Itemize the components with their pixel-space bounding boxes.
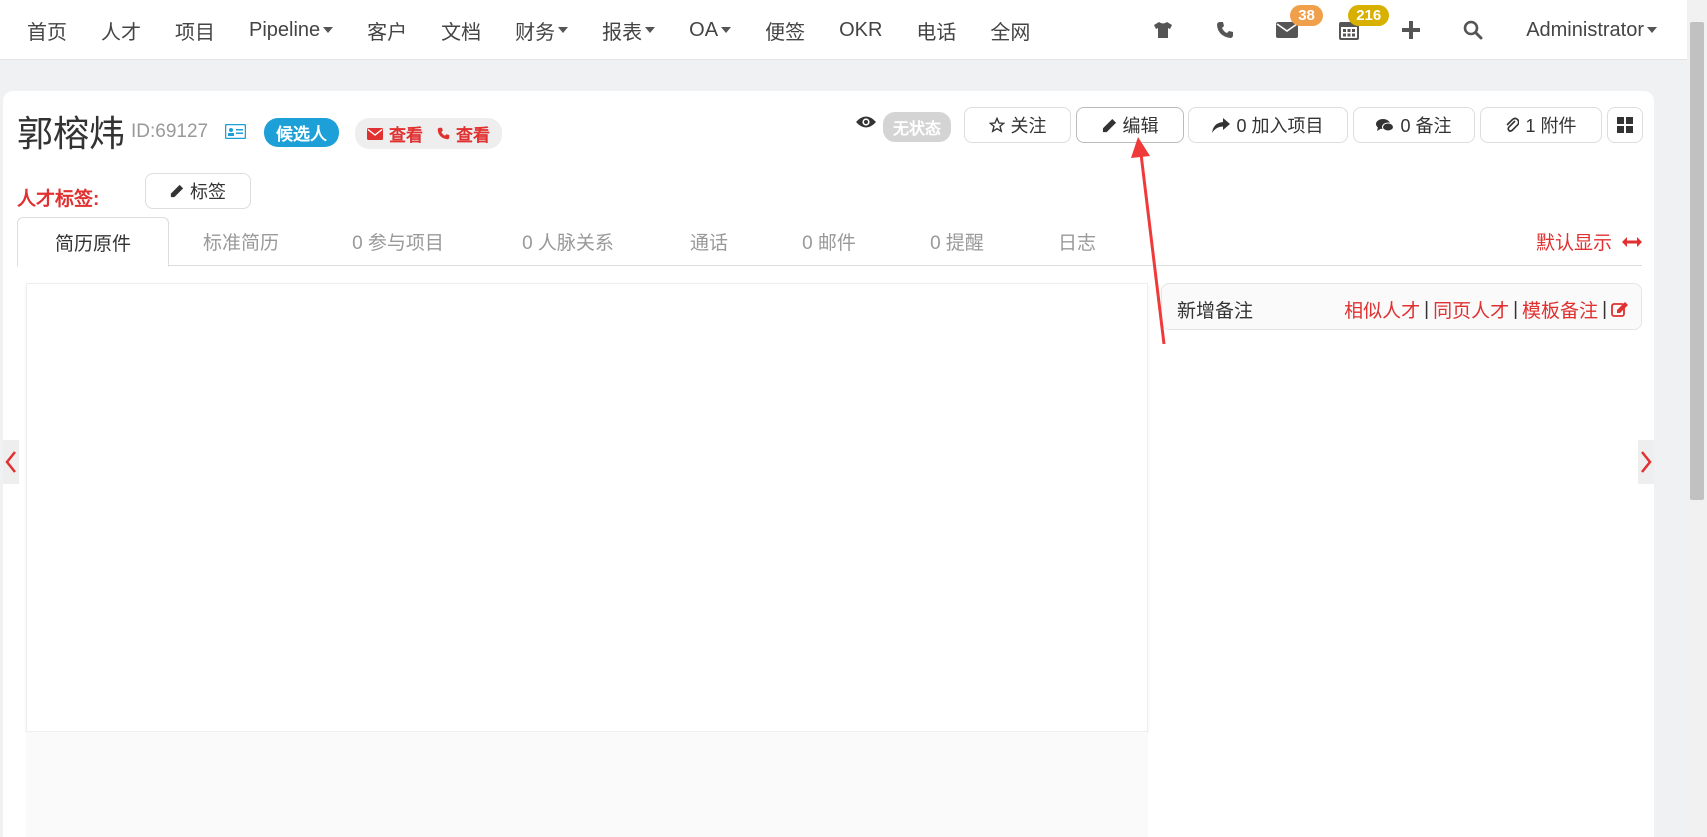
tab-standard-resume[interactable]: 标准简历 [169,217,313,266]
resume-preview [26,283,1148,732]
page-scrollbar[interactable] [1687,0,1707,837]
tab-original-resume[interactable]: 简历原件 [17,217,169,267]
view-phone-link[interactable]: 查看 [456,121,490,146]
nav-item-notes[interactable]: 便签 [748,0,822,60]
candidate-id: ID:69127 [131,121,209,142]
link-separator: | [1424,298,1430,320]
grid-view-button[interactable] [1607,107,1643,143]
add-note-title[interactable]: 新增备注 [1177,296,1253,323]
nav-tools: 38 216 Administrator [1132,0,1687,60]
next-candidate-button[interactable] [1638,440,1654,484]
link-separator: | [1513,298,1519,320]
tags-button[interactable]: 标签 [145,173,251,209]
candidate-tabs: 简历原件 标准简历 0 参与项目 0 人脉关系 通话 0 邮件 0 提醒 日志 … [17,217,1642,267]
tab-emails[interactable]: 0 邮件 [765,217,893,266]
paperclip-icon [1506,117,1520,132]
similar-talent-link[interactable]: 相似人才 [1344,296,1420,323]
calendar-button[interactable]: 216 [1318,0,1390,60]
nav-item-pipeline[interactable]: Pipeline [232,0,350,60]
tab-log[interactable]: 日志 [1021,217,1133,266]
resume-preview-background [26,732,1148,837]
plus-icon [1402,21,1421,39]
nav-item-finance[interactable]: 财务 [498,0,585,60]
grid-icon [1617,117,1633,133]
phone-icon [1217,22,1234,38]
default-display-toggle[interactable]: 默认显示 [1536,217,1642,266]
nav-item-clients[interactable]: 客户 [350,0,424,60]
caret-down-icon [1647,27,1657,33]
share-arrow-icon [1212,117,1231,133]
caret-down-icon [645,27,656,33]
eye-icon [856,116,876,128]
add-button[interactable] [1380,0,1442,60]
shirt-button[interactable] [1132,0,1194,60]
template-notes-link[interactable]: 模板备注 [1522,296,1598,323]
attachments-button[interactable]: 1 附件 [1480,107,1602,143]
user-menu[interactable]: Administrator [1504,0,1687,60]
comments-icon [1376,118,1395,131]
nav-item-talent[interactable]: 人才 [84,0,158,60]
link-separator: | [1602,298,1607,320]
notes-links: 相似人才 | 同页人才 | 模板备注 | [1344,296,1629,323]
role-badge: 候选人 [264,118,339,147]
scrollbar-thumb[interactable] [1690,22,1704,500]
caret-down-icon [558,27,569,33]
envelope-icon [367,127,383,140]
tab-calls[interactable]: 通话 [653,217,765,266]
nav-item-phone[interactable]: 电话 [899,0,973,60]
candidate-name: 郭榕炜 [17,113,126,154]
tab-connections[interactable]: 0 人脉关系 [483,217,653,266]
notes-button[interactable]: 0 备注 [1353,107,1475,143]
nav-item-home[interactable]: 首页 [10,0,84,60]
chevron-right-icon [1641,451,1652,473]
top-navbar: 首页 人才 项目 Pipeline 客户 文档 财务 报表 OA 便签 OKR … [0,0,1687,60]
search-icon [1463,20,1483,40]
candidate-card: 郭榕炜 ID:69127 候选人 查看 查看 无状态 关注 编辑 0 加入项目 … [3,91,1654,837]
main-nav: 首页 人才 项目 Pipeline 客户 文档 财务 报表 OA 便签 OKR … [10,0,1047,60]
add-to-project-button[interactable]: 0 加入项目 [1188,107,1348,143]
talent-tags-label: 人才标签: [17,189,100,210]
id-card-icon[interactable] [225,124,246,139]
tab-reminders[interactable]: 0 提醒 [893,217,1021,266]
edit-square-icon[interactable] [1611,301,1629,318]
nav-item-projects[interactable]: 项目 [158,0,232,60]
pencil-icon [1102,118,1116,132]
nav-item-documents[interactable]: 文档 [424,0,498,60]
view-email-link[interactable]: 查看 [389,121,423,146]
previous-candidate-button[interactable] [3,440,19,484]
mail-button[interactable]: 38 [1256,0,1323,60]
nav-item-reports[interactable]: 报表 [585,0,672,60]
nav-item-network[interactable]: 全网 [973,0,1047,60]
chevron-left-icon [5,451,16,473]
pencil-icon [170,184,184,198]
horizontal-arrows-icon [1622,236,1642,247]
phone-icon [437,127,450,140]
edit-button[interactable]: 编辑 [1076,107,1184,143]
nav-item-okr[interactable]: OKR [822,0,899,60]
tab-projects[interactable]: 0 参与项目 [313,217,483,266]
contact-pill: 查看 查看 [355,118,502,149]
caret-down-icon [721,27,732,33]
notes-panel: 新增备注 相似人才 | 同页人才 | 模板备注 | [1161,283,1642,330]
caret-down-icon [323,27,334,33]
shirt-icon [1154,22,1173,38]
follow-button[interactable]: 关注 [964,107,1071,143]
status-badge[interactable]: 无状态 [883,112,952,142]
nav-item-oa[interactable]: OA [672,0,748,60]
star-icon [988,117,1005,133]
same-page-talent-link[interactable]: 同页人才 [1433,296,1509,323]
phone-button[interactable] [1194,0,1256,60]
search-button[interactable] [1442,0,1504,60]
